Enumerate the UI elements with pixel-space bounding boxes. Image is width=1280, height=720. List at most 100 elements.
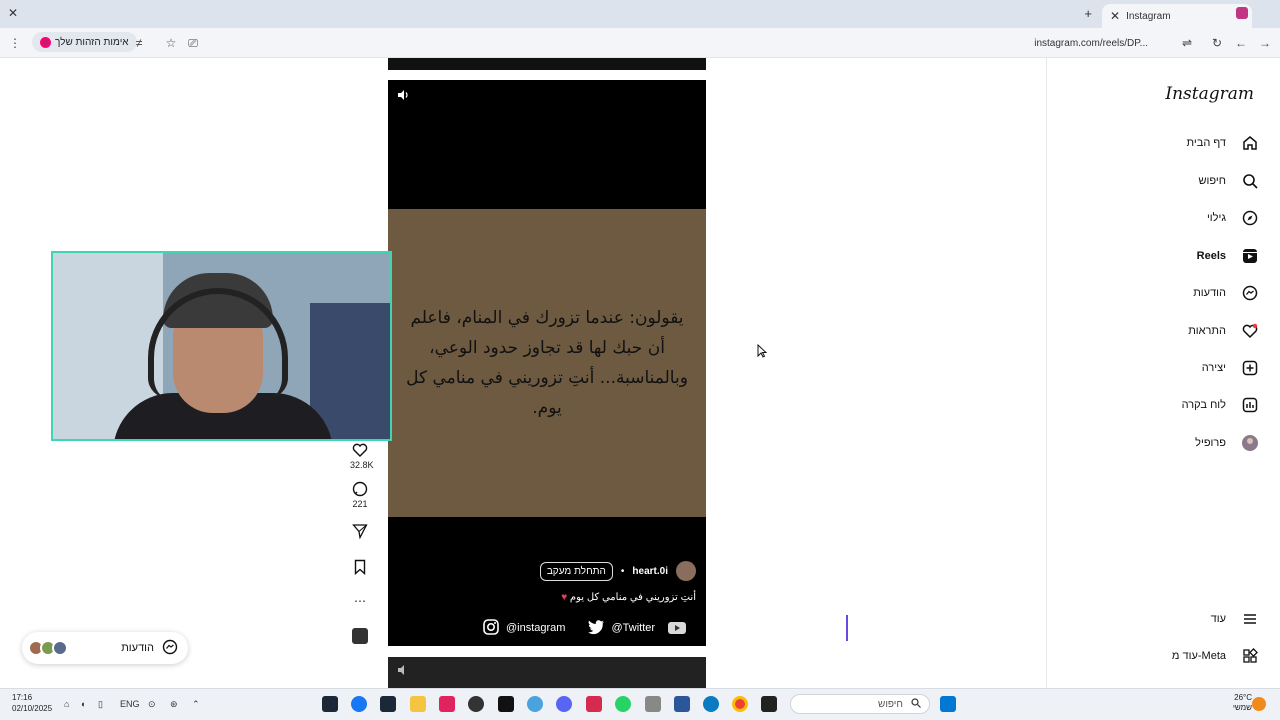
comment-icon[interactable] bbox=[350, 479, 370, 499]
instagram-icon bbox=[482, 618, 500, 639]
more-dots-icon[interactable]: ⋯ bbox=[350, 591, 370, 611]
quote-card: يقولون: عندما تزورك في المنام، فاعلم أن … bbox=[388, 209, 706, 517]
youtube-icon bbox=[667, 621, 687, 635]
audio-thumbnail-icon[interactable] bbox=[350, 626, 370, 646]
heart-emoji-icon: ♥ bbox=[561, 592, 568, 603]
sidebar-item-notifications[interactable]: התראות bbox=[1188, 318, 1260, 344]
app-tray-icon[interactable]: ⊛ bbox=[170, 699, 178, 710]
whatsapp-icon[interactable] bbox=[615, 696, 631, 712]
author-avatar[interactable] bbox=[676, 561, 696, 581]
clock[interactable]: 17:16 02/10/2025 bbox=[12, 692, 52, 714]
chrome-icon[interactable] bbox=[732, 696, 748, 712]
sidebar-item-dashboard[interactable]: לוח בקרה bbox=[1182, 392, 1260, 418]
adobe-icon[interactable] bbox=[586, 696, 602, 712]
tab-instagram[interactable]: ✕ Instagram bbox=[1102, 4, 1252, 28]
audio-action[interactable] bbox=[350, 626, 370, 646]
instagram-logo[interactable]: Instagram bbox=[1165, 84, 1254, 104]
tiktok-icon[interactable] bbox=[498, 696, 514, 712]
sidebar-item-home[interactable]: דף הבית bbox=[1187, 130, 1260, 156]
back-icon[interactable]: ← bbox=[1232, 34, 1250, 52]
weather-widget[interactable]: 26°C שמשי bbox=[1233, 693, 1252, 713]
tab-search-icon[interactable]: ⇌ bbox=[1178, 34, 1196, 52]
share-action[interactable] bbox=[350, 521, 370, 541]
compass-icon bbox=[1240, 208, 1260, 228]
bookmark-star-icon[interactable]: ☆ bbox=[162, 34, 180, 52]
plus-icon bbox=[1240, 358, 1260, 378]
next-reel[interactable] bbox=[388, 657, 706, 688]
sidebar-item-profile[interactable]: פרופיל bbox=[1195, 430, 1260, 456]
bookmark-icon[interactable] bbox=[350, 557, 370, 577]
heart-outline-icon[interactable] bbox=[350, 440, 370, 460]
sidebar-item-messages[interactable]: הודעות bbox=[1193, 280, 1260, 306]
screenshot-icon[interactable]: ⎚ bbox=[184, 34, 202, 52]
translate-icon[interactable]: ≠ bbox=[130, 34, 148, 52]
volume-icon[interactable]: ◖ bbox=[80, 699, 85, 709]
caption-text: أنتِ تزوريني في منامي كل يوم bbox=[569, 592, 696, 603]
message-avatars bbox=[28, 640, 68, 656]
mouse-cursor-icon bbox=[757, 343, 768, 361]
facebook-icon[interactable] bbox=[351, 696, 367, 712]
edge-icon[interactable] bbox=[703, 696, 719, 712]
messages-widget[interactable]: הודעות bbox=[22, 632, 188, 664]
terminal-icon[interactable] bbox=[761, 696, 777, 712]
new-tab-button[interactable]: + bbox=[1084, 6, 1092, 21]
sidebar-item-meta[interactable]: עוד מ-Meta bbox=[1172, 643, 1260, 669]
taskbar-search[interactable]: חיפוש bbox=[790, 694, 930, 714]
save-action[interactable] bbox=[350, 557, 370, 577]
sidebar-item-create[interactable]: יצירה bbox=[1202, 355, 1260, 381]
discord-icon[interactable] bbox=[556, 696, 572, 712]
weather-temp: 26°C bbox=[1234, 693, 1252, 702]
sound-icon[interactable] bbox=[396, 88, 414, 106]
address-bar[interactable]: instagram.com/reels/DP... bbox=[868, 32, 1198, 54]
calculator-icon[interactable] bbox=[645, 696, 661, 712]
previous-reel[interactable] bbox=[388, 58, 706, 70]
identity-verify-pill[interactable]: אימות הזהות שלך bbox=[32, 32, 137, 52]
sidebar-item-label: פרופיל bbox=[1195, 437, 1226, 449]
avatar bbox=[52, 640, 68, 656]
network-icon[interactable]: ⌂ bbox=[64, 699, 69, 709]
close-tab-icon[interactable]: ✕ bbox=[1110, 9, 1120, 23]
dashboard-icon bbox=[1240, 395, 1260, 415]
heart-icon bbox=[1240, 321, 1260, 341]
sidebar-item-search[interactable]: חיפוש bbox=[1199, 168, 1260, 194]
file-explorer-icon[interactable] bbox=[410, 696, 426, 712]
sidebar-item-more[interactable]: עוד bbox=[1211, 606, 1260, 632]
windows-start-icon[interactable] bbox=[940, 696, 956, 712]
browser-app-icon[interactable] bbox=[527, 696, 543, 712]
follow-button[interactable]: התחלת מעקב bbox=[539, 561, 613, 581]
sidebar-item-label: לוח בקרה bbox=[1181, 399, 1226, 411]
language-indicator[interactable]: ENG bbox=[120, 699, 140, 709]
steam-icon[interactable] bbox=[380, 696, 396, 712]
forward-icon[interactable]: → bbox=[1256, 34, 1274, 52]
battery-icon[interactable]: ▯ bbox=[98, 699, 103, 710]
sidebar-item-explore[interactable]: גילוי bbox=[1207, 205, 1260, 231]
twitter-icon bbox=[587, 619, 605, 638]
like-action[interactable]: 32.8K bbox=[350, 440, 374, 470]
reload-icon[interactable]: ↻ bbox=[1208, 34, 1226, 52]
obs-icon[interactable] bbox=[468, 696, 484, 712]
webcam-overlay bbox=[51, 251, 392, 441]
twitter-handle-text: @Twitter bbox=[611, 622, 656, 634]
sidebar-item-reels[interactable]: Reels bbox=[1197, 243, 1260, 269]
reel-video[interactable]: يقولون: عندما تزورك في المنام، فاعلم أن … bbox=[388, 80, 706, 646]
reels-icon bbox=[1240, 246, 1260, 266]
instagram-handle-text: @instagram bbox=[506, 622, 566, 634]
store-icon[interactable] bbox=[674, 696, 690, 712]
microphone-icon[interactable]: ⊙ bbox=[148, 699, 156, 710]
show-hidden-icons[interactable]: ⌃ bbox=[192, 699, 200, 710]
sound-icon[interactable] bbox=[396, 663, 414, 681]
search-icon bbox=[1240, 171, 1260, 191]
close-window-icon[interactable]: ✕ bbox=[8, 6, 18, 20]
menu-icon[interactable]: ⋮ bbox=[6, 34, 24, 52]
more-action[interactable]: ⋯ bbox=[350, 591, 370, 611]
send-icon[interactable] bbox=[350, 521, 370, 541]
sidebar-item-label: Reels bbox=[1196, 250, 1226, 262]
tiktok-studio-icon[interactable] bbox=[439, 696, 455, 712]
steam-icon[interactable] bbox=[322, 696, 338, 712]
comment-action[interactable]: 221 bbox=[350, 479, 370, 509]
instagram-favicon-icon bbox=[1236, 7, 1248, 19]
notification-icon[interactable] bbox=[1252, 697, 1266, 711]
reel-caption[interactable]: أنتِ تزوريني في منامي كل يوم ♥ bbox=[561, 592, 696, 603]
author-name[interactable]: heart.0i bbox=[632, 566, 668, 577]
avatar-icon bbox=[1240, 433, 1260, 453]
